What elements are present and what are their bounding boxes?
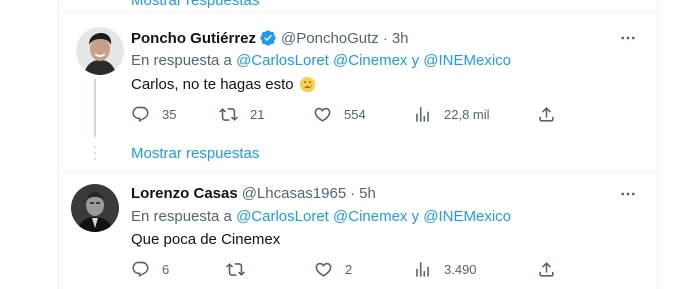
views-chart-icon xyxy=(416,107,429,122)
share-icon xyxy=(539,262,554,277)
reply-icon xyxy=(132,106,149,122)
separator: · xyxy=(350,185,356,202)
thread-dot xyxy=(94,146,96,148)
crying-face-emoji-icon xyxy=(299,76,316,93)
more-options-icon[interactable] xyxy=(618,28,638,48)
mention-link[interactable]: @Cinemex xyxy=(333,52,407,69)
like-count: 2 xyxy=(345,262,353,277)
reply-icon xyxy=(132,261,149,277)
reply-button[interactable]: 35 xyxy=(131,105,176,124)
more-options-icon[interactable] xyxy=(618,184,638,204)
views-chart-icon xyxy=(416,262,429,277)
tweet-text-content: Carlos, no te hagas esto xyxy=(131,76,294,93)
author-handle[interactable]: @Lhcasas1965 xyxy=(242,185,346,202)
thread-dot xyxy=(94,152,96,154)
timestamp[interactable]: 5h xyxy=(359,185,376,202)
share-icon xyxy=(539,107,554,122)
divider xyxy=(58,12,656,13)
tweet-text-content: Que poca de Cinemex xyxy=(131,231,281,248)
share-button[interactable] xyxy=(537,105,556,124)
thread-dot xyxy=(94,158,96,160)
reply-count: 35 xyxy=(162,107,177,122)
avatar-lorenzo[interactable] xyxy=(71,184,119,232)
heart-icon xyxy=(314,107,331,122)
reply-button[interactable]: 6 xyxy=(131,260,169,279)
mention-link[interactable]: @CarlosLoret xyxy=(236,52,329,69)
reply-context: En respuesta a @CarlosLoret @Cinemex y @… xyxy=(131,208,511,225)
author-name[interactable]: Poncho Gutiérrez xyxy=(131,30,256,47)
views-button[interactable]: 3.490 xyxy=(413,260,477,279)
tweet-text: Carlos, no te hagas esto xyxy=(131,76,316,93)
separator: · xyxy=(382,29,388,47)
retweet-icon xyxy=(219,108,238,121)
mention-link[interactable]: @CarlosLoret xyxy=(236,208,329,225)
mention-link[interactable]: @INEMexico xyxy=(423,52,511,69)
show-replies-link[interactable]: Mostrar respuestas xyxy=(131,145,259,162)
views-count: 3.490 xyxy=(444,262,477,277)
mention-link[interactable]: @Cinemex xyxy=(333,208,407,225)
timestamp[interactable]: 3h xyxy=(392,30,409,47)
retweet-button[interactable]: 21 xyxy=(219,105,264,124)
divider xyxy=(58,172,656,173)
like-button[interactable]: 554 xyxy=(313,105,366,124)
tweet-header: Poncho Gutiérrez @PonchoGutz · 3h xyxy=(131,29,409,47)
mention-link[interactable]: @INEMexico xyxy=(423,208,511,225)
reply-count: 6 xyxy=(162,262,170,277)
reply-prefix: En respuesta a xyxy=(131,208,232,225)
mention-joiner: y xyxy=(411,52,420,69)
retweet-icon xyxy=(226,263,245,276)
reply-prefix: En respuesta a xyxy=(131,52,232,69)
heart-icon xyxy=(315,262,332,277)
tweet-text: Que poca de Cinemex xyxy=(131,231,280,248)
like-button[interactable]: 2 xyxy=(314,260,352,279)
avatar-poncho[interactable] xyxy=(76,27,124,75)
mention-joiner: y xyxy=(411,208,420,225)
retweet-button[interactable] xyxy=(226,260,257,279)
thread-line xyxy=(94,79,96,137)
author-handle[interactable]: @PonchoGutz xyxy=(281,30,379,47)
show-replies-link-top[interactable]: Mostrar respuestas xyxy=(131,0,259,9)
views-button[interactable]: 22,8 mil xyxy=(413,105,490,124)
tweet-header: Lorenzo Casas @Lhcasas1965 · 5h xyxy=(131,185,376,202)
retweet-count: 21 xyxy=(250,107,265,122)
views-count: 22,8 mil xyxy=(444,107,490,122)
share-button[interactable] xyxy=(537,260,556,279)
like-count: 554 xyxy=(344,107,366,122)
reply-context: En respuesta a @CarlosLoret @Cinemex y @… xyxy=(131,52,511,69)
author-name[interactable]: Lorenzo Casas xyxy=(131,185,238,202)
verified-badge-icon xyxy=(259,29,277,47)
